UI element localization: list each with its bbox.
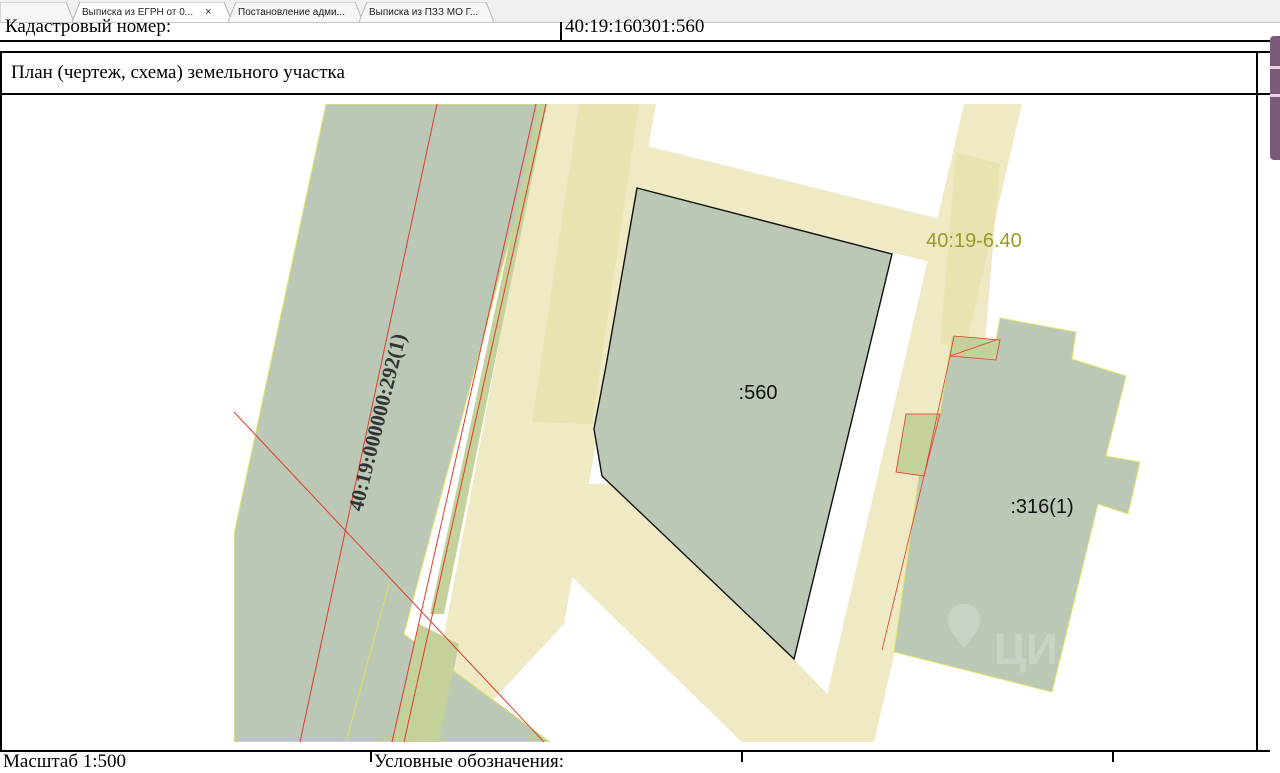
divider bbox=[1256, 51, 1258, 751]
cadastral-label: Кадастровый номер: bbox=[5, 16, 172, 37]
divider bbox=[1112, 750, 1114, 762]
tab-postanovlenie-label: Постановление адми... bbox=[238, 6, 345, 18]
plan-title: План (чертеж, схема) земельного участка bbox=[11, 62, 345, 83]
cadastral-map[interactable]: :560 :316(1) 40:19-6.40 40:19:000000:292… bbox=[234, 104, 1250, 742]
zone-label: 40:19-6.40 bbox=[926, 230, 1022, 252]
divider bbox=[741, 750, 743, 762]
divider bbox=[370, 750, 372, 762]
scrollbar-thumb[interactable] bbox=[1270, 36, 1280, 160]
divider bbox=[560, 22, 562, 42]
divider bbox=[0, 51, 2, 751]
close-icon[interactable]: × bbox=[205, 6, 211, 18]
parcel-560-label: :560 bbox=[739, 382, 778, 404]
cadastral-value: 40:19:160301:560 bbox=[565, 16, 705, 37]
divider bbox=[0, 51, 1270, 53]
tab-pzz-label: Выписка из ПЗЗ МО Г... bbox=[369, 6, 479, 18]
parcel-316-label: :316(1) bbox=[1010, 496, 1073, 518]
watermark-text: ЦИАН bbox=[994, 625, 1121, 674]
divider bbox=[0, 750, 1270, 752]
tab-pzz[interactable]: Выписка из ПЗЗ МО Г... bbox=[359, 2, 494, 22]
legend-label: Условные обозначения: bbox=[374, 751, 565, 772]
divider bbox=[0, 40, 1270, 42]
scale-label: Масштаб 1:500 bbox=[3, 751, 127, 772]
tab-postanovlenie[interactable]: Постановление адми... bbox=[228, 2, 363, 22]
tab-egrn-label: Выписка из ЕГРН от 0... bbox=[82, 6, 194, 18]
divider bbox=[0, 93, 1270, 95]
